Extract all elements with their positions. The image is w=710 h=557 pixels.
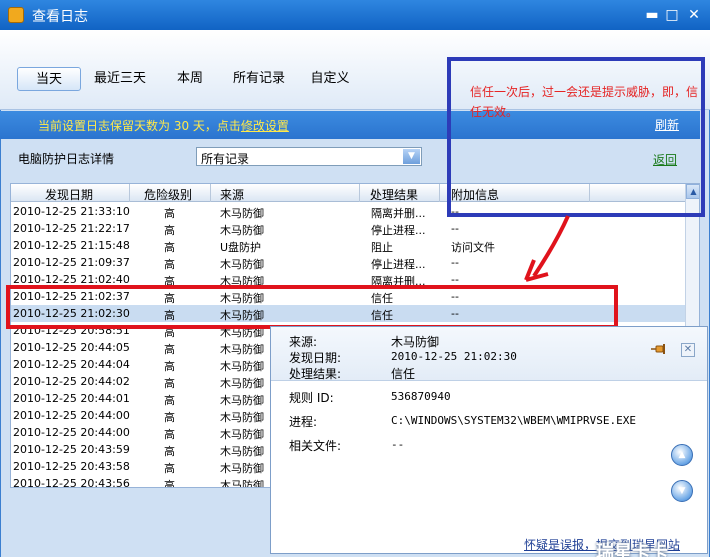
tab-this-week[interactable]: 本周 (165, 67, 215, 91)
chevron-down-icon[interactable]: ▼ (403, 149, 420, 164)
cell-level: 高 (164, 479, 175, 488)
annotation-red-box (6, 285, 618, 329)
cell-source: 木马防御 (220, 207, 264, 220)
cell-date: 2010-12-25 20:43:59 (13, 443, 130, 456)
window-titlebar: 查看日志 ▬ □ ✕ (0, 0, 710, 30)
result-value: 信任 (391, 367, 416, 381)
pin-icon[interactable] (651, 344, 667, 354)
col-divider (129, 184, 130, 202)
date-label: 发现日期: (289, 351, 342, 365)
cell-result: 停止进程... (371, 258, 426, 271)
cell-level: 高 (164, 207, 175, 220)
col-result[interactable]: 处理结果 (370, 186, 418, 203)
cell-date: 2010-12-25 20:43:58 (13, 460, 130, 473)
cell-date: 2010-12-25 20:44:04 (13, 358, 130, 371)
cell-level: 高 (164, 394, 175, 407)
scroll-down-icon[interactable]: ▼ (671, 480, 693, 502)
window-title: 查看日志 (32, 9, 88, 25)
source-value: 木马防御 (391, 335, 440, 349)
col-level[interactable]: 危险级别 (144, 186, 192, 203)
cell-date: 2010-12-25 20:44:01 (13, 392, 130, 405)
cell-level: 高 (164, 462, 175, 475)
col-divider (210, 184, 211, 202)
cell-level: 高 (164, 224, 175, 237)
cell-level: 高 (164, 343, 175, 356)
app-logo-icon (8, 7, 24, 23)
source-label: 来源: (289, 335, 318, 349)
cell-result: 隔离并删... (371, 207, 426, 220)
cell-level: 高 (164, 445, 175, 458)
log-filter-select[interactable]: 所有记录 ▼ (196, 147, 422, 166)
log-detail-label: 电脑防护日志详情 (18, 152, 115, 166)
col-divider (439, 184, 440, 202)
retention-info: 当前设置日志保留天数为 30 天，点击修改设置 (38, 117, 289, 134)
tab-all-records[interactable]: 所有记录 (226, 67, 292, 91)
tab-custom[interactable]: 自定义 (300, 67, 360, 91)
process-label: 进程: (289, 415, 318, 429)
cell-date: 2010-12-25 20:44:00 (13, 426, 130, 439)
col-date[interactable]: 发现日期 (45, 186, 93, 203)
modify-settings-link[interactable]: 修改设置 (241, 119, 289, 133)
retention-text: 当前设置日志保留天数为 30 天，点击 (38, 119, 241, 133)
cell-date: 2010-12-25 21:15:48 (13, 239, 130, 252)
cell-result: 阻止 (371, 241, 393, 254)
annotation-arrow-icon (524, 215, 570, 282)
col-source[interactable]: 来源 (220, 186, 244, 203)
scroll-up-icon[interactable]: ▲ (671, 444, 693, 466)
cell-date: 2010-12-25 20:44:02 (13, 375, 130, 388)
cell-date: 2010-12-25 20:44:00 (13, 409, 130, 422)
cell-level: 高 (164, 241, 175, 254)
cell-date: 2010-12-25 20:44:05 (13, 341, 130, 354)
rule-id-label: 规则 ID: (289, 391, 334, 405)
cell-date: 2010-12-25 21:22:17 (13, 222, 130, 235)
cell-source: 木马防御 (220, 258, 264, 271)
cell-level: 高 (164, 258, 175, 271)
maximize-icon[interactable]: □ (662, 5, 682, 25)
cell-level: 高 (164, 411, 175, 424)
related-file-label: 相关文件: (289, 439, 342, 453)
process-value: C:\WINDOWS\SYSTEM32\WBEM\WMIPRVSE.EXE (391, 414, 637, 427)
log-filter-value: 所有记录 (201, 152, 250, 166)
cell-result: 停止进程... (371, 224, 426, 237)
tab-today[interactable]: 当天 (17, 67, 81, 91)
cell-source: U盘防护 (220, 241, 262, 254)
cell-level: 高 (164, 360, 175, 373)
close-icon[interactable]: ✕ (681, 343, 695, 357)
cell-level: 高 (164, 428, 175, 441)
cell-source: 木马防御 (220, 224, 264, 237)
cell-date: 2010-12-25 20:43:56 (13, 477, 130, 488)
col-divider (359, 184, 360, 202)
detail-popup: 来源: 木马防御 发现日期: 2010-12-25 21:02:30 处理结果:… (270, 326, 708, 554)
date-value: 2010-12-25 21:02:30 (391, 350, 517, 363)
close-window-icon[interactable]: ✕ (684, 5, 704, 25)
annotation-note: 信任一次后，过一会还是提示威胁，即，信任无效。 (470, 85, 699, 119)
annotation-blue-box (447, 57, 705, 217)
result-label: 处理结果: (289, 367, 342, 381)
minimize-icon[interactable]: ▬ (642, 5, 662, 25)
cell-level: 高 (164, 377, 175, 390)
watermark: 瑞星卡卡 (596, 542, 668, 557)
rule-id-value: 536870940 (391, 390, 451, 403)
cell-date: 2010-12-25 21:09:37 (13, 256, 130, 269)
tab-last-three-days[interactable]: 最近三天 (88, 67, 152, 91)
cell-date: 2010-12-25 21:33:10 (13, 205, 130, 218)
related-file-value: -- (391, 438, 405, 451)
